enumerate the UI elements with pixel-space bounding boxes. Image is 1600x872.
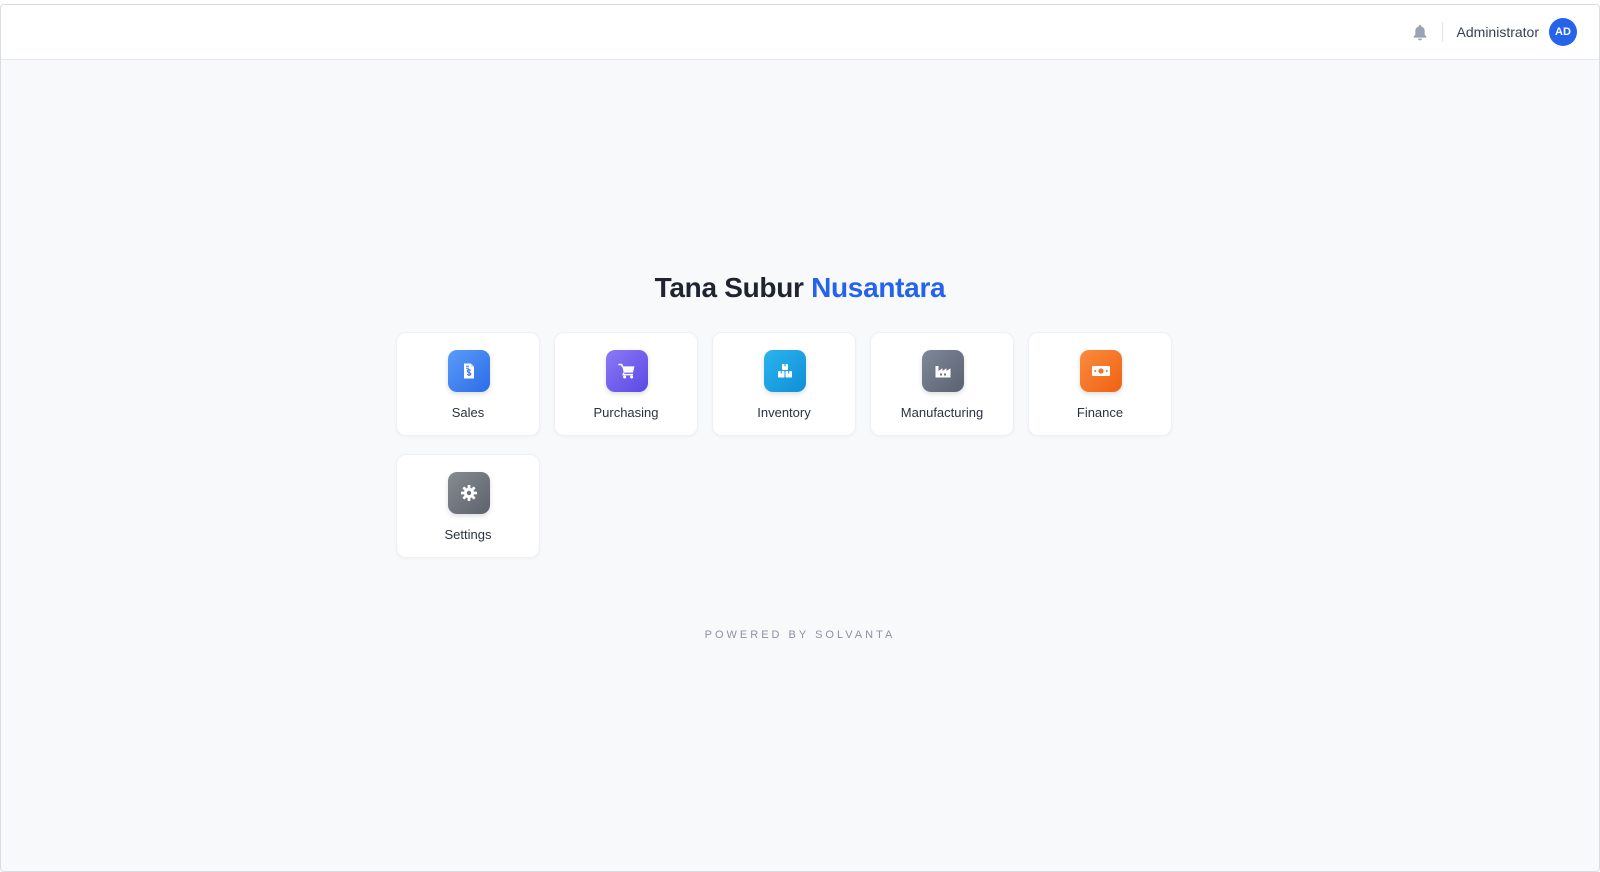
app-tile-label: Sales	[451, 405, 485, 420]
app-tile-sales[interactable]: Sales	[396, 332, 540, 436]
shopping-cart-icon	[606, 350, 648, 392]
company-title: Tana Subur Nusantara	[1, 272, 1599, 304]
avatar[interactable]: AD	[1549, 18, 1577, 46]
company-title-primary: Tana Subur	[654, 272, 804, 303]
app-tile-label: Purchasing	[593, 405, 659, 420]
app-tile-label: Manufacturing	[900, 405, 984, 420]
gear-icon	[448, 472, 490, 514]
money-bill-icon	[1080, 350, 1122, 392]
app-tile-finance[interactable]: Finance	[1028, 332, 1172, 436]
header-divider	[1441, 22, 1443, 42]
app-tile-settings[interactable]: Settings	[396, 454, 540, 558]
app-window: Administrator AD Tana Subur Nusantara Sa…	[0, 4, 1600, 872]
app-tile-manufacturing[interactable]: Manufacturing	[870, 332, 1014, 436]
top-bar-right: Administrator AD	[1412, 17, 1577, 47]
company-title-accent: Nusantara	[811, 272, 946, 303]
app-tile-purchasing[interactable]: Purchasing	[554, 332, 698, 436]
top-bar: Administrator AD	[1, 5, 1599, 60]
powered-by-footer: POWERED BY SOLVANTA	[704, 629, 896, 641]
user-name[interactable]: Administrator	[1457, 24, 1539, 40]
app-tile-label: Settings	[444, 527, 492, 542]
factory-icon	[922, 350, 964, 392]
app-tile-label: Inventory	[757, 405, 811, 420]
boxes-icon	[764, 350, 806, 392]
bell-icon[interactable]	[1412, 23, 1428, 41]
app-tile-inventory[interactable]: Inventory	[712, 332, 856, 436]
invoice-dollar-icon	[448, 350, 490, 392]
app-tile-label: Finance	[1076, 405, 1124, 420]
